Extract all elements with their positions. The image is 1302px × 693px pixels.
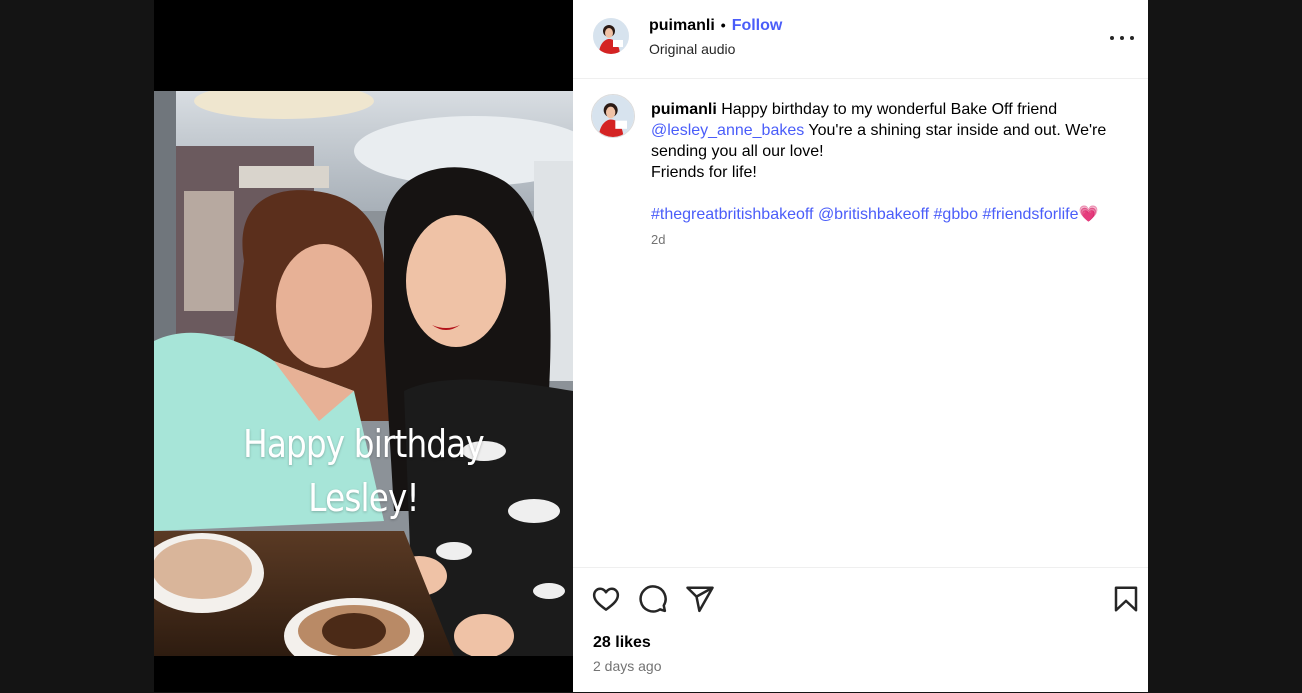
post-media[interactable]: Happy birthday Lesley! — [154, 0, 573, 692]
avatar-image — [593, 18, 629, 54]
hashtag-link[interactable]: #thegreatbritishbakeoff — [651, 206, 813, 223]
follow-button[interactable]: Follow — [732, 17, 783, 34]
mention-link[interactable]: @britishbakeoff — [818, 206, 929, 223]
dim-overlay-left[interactable] — [0, 0, 154, 692]
hashtag-link[interactable]: #gbbo — [934, 206, 979, 223]
caption-text: puimanli Happy birthday to my wonderful … — [651, 99, 1116, 225]
caption-comment: puimanli Happy birthday to my wonderful … — [573, 79, 1148, 567]
caption-avatar-image — [592, 95, 634, 137]
heart-icon[interactable] — [591, 584, 621, 614]
caption-body-1: Happy birthday to my wonderful Bake Off … — [716, 101, 1058, 118]
post-date[interactable]: 2 days ago — [593, 658, 662, 674]
photo-illustration — [154, 91, 573, 656]
caption-author-avatar[interactable] — [591, 94, 635, 138]
heart-emoji: 💗 — [1078, 206, 1099, 223]
likes-count[interactable]: 28 likes — [593, 634, 651, 652]
post-actions: 28 likes 2 days ago — [573, 567, 1148, 693]
overlay-text-line-2: Lesley! — [308, 476, 419, 520]
post-details-panel: puimanli • Follow Original audio puimanli … — [573, 0, 1148, 692]
caption-timestamp[interactable]: 2d — [651, 232, 665, 247]
header-author-row: puimanli • Follow — [649, 17, 782, 35]
audio-label[interactable]: Original audio — [649, 41, 735, 57]
post-header: puimanli • Follow Original audio — [573, 0, 1148, 79]
post-photo — [154, 91, 573, 656]
caption-mention[interactable]: @lesley_anne_bakes — [651, 122, 804, 139]
more-options-icon[interactable] — [1108, 26, 1136, 48]
overlay-text-line-1: Happy birthday — [243, 422, 485, 466]
separator-dot: • — [720, 17, 726, 33]
comment-bubble-icon[interactable] — [638, 584, 668, 614]
bookmark-icon[interactable] — [1111, 584, 1141, 614]
caption-username[interactable]: puimanli — [651, 101, 717, 118]
caption-line-2: Friends for life! — [651, 164, 757, 181]
author-avatar[interactable] — [593, 18, 629, 54]
hashtag-link[interactable]: #friendsforlife — [982, 206, 1078, 223]
dim-overlay-right[interactable] — [1148, 0, 1302, 692]
paper-plane-icon[interactable] — [685, 584, 715, 614]
author-username[interactable]: puimanli — [649, 17, 715, 34]
